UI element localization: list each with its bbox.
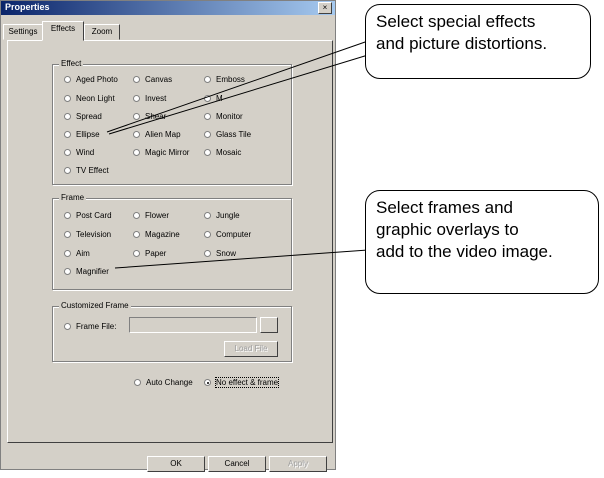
frames-callout-line-1: Select frames and [376,198,514,217]
frames-pointer-line [114,249,369,269]
effects-callout-line-1: Select special effects [376,12,536,31]
tab-effects[interactable]: Effects [42,21,84,41]
frames-callout-line-2: graphic overlays to [376,220,519,239]
effects-callout: Select special effects and picture disto… [365,4,591,79]
frames-callout: Select frames and graphic overlays to ad… [365,190,599,294]
frames-callout-line-3: add to the video image. [376,242,553,261]
effects-callout-line-2: and picture distortions. [376,34,548,53]
effects-pointer-line-2 [108,54,369,135]
effects-pointer-line [106,40,369,133]
